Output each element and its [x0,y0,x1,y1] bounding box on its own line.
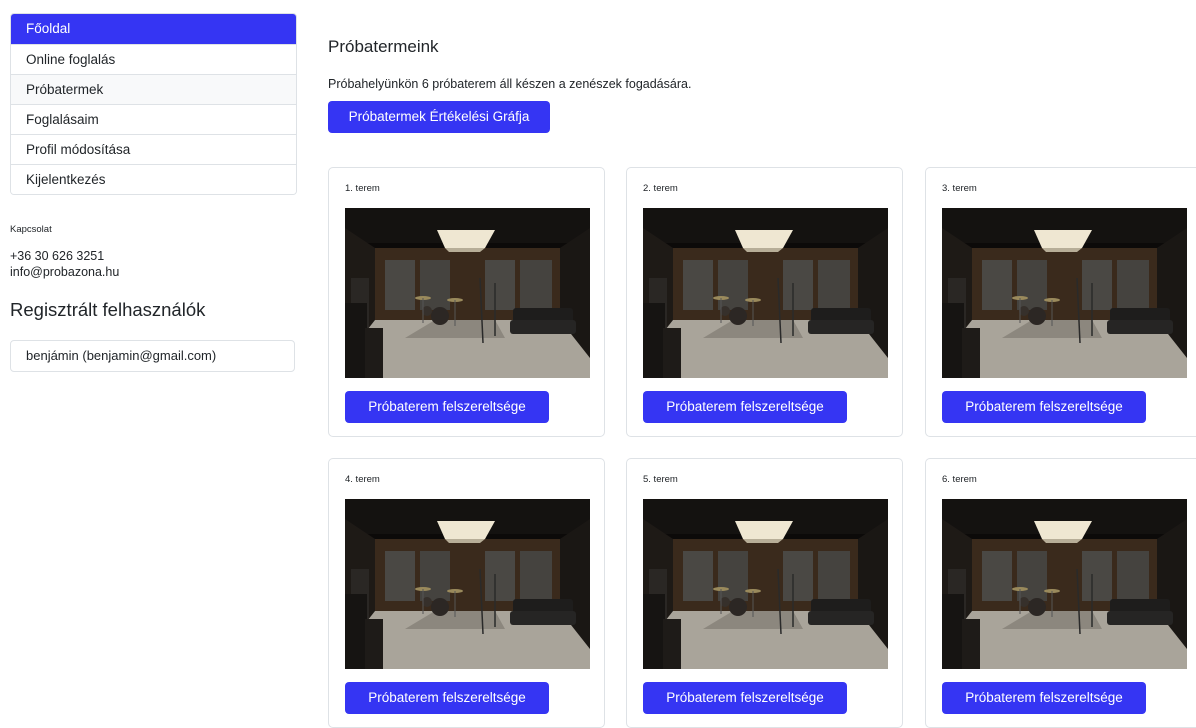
room-card: 2. terem Próbaterem felszereltsége [626,167,903,437]
room-image [643,208,888,378]
room-image [942,208,1187,378]
contact-phone: +36 30 626 3251 [10,249,105,263]
page-description: Próbahelyünkön 6 próbaterem áll készen a… [328,77,692,91]
user-list-item: benjámin (benjamin@gmail.com) [10,340,295,372]
room-card: 4. terem Próbaterem felszereltsége [328,458,605,728]
contact-email: info@probazona.hu [10,265,120,279]
sidebar-item-online-booking[interactable]: Online foglalás [11,44,296,74]
room-card: 5. terem Próbaterem felszereltsége [626,458,903,728]
room-image [643,499,888,669]
room-card: 1. terem Próbaterem felszereltsége [328,167,605,437]
rating-graph-button[interactable]: Próbatermek Értékelési Gráfja [328,101,550,133]
room-card-title: 3. terem [942,183,977,194]
sidebar-item-rehearsal-rooms[interactable]: Próbatermek [11,74,296,104]
room-equipment-button[interactable]: Próbaterem felszereltsége [643,682,847,714]
room-equipment-button[interactable]: Próbaterem felszereltsége [345,682,549,714]
room-equipment-button[interactable]: Próbaterem felszereltsége [942,682,1146,714]
room-card-title: 5. terem [643,474,678,485]
room-card-title: 2. terem [643,183,678,194]
sidebar-item-home[interactable]: Főoldal [11,14,296,44]
page-title: Próbatermeink [328,37,439,56]
room-image [942,499,1187,669]
room-equipment-button[interactable]: Próbaterem felszereltsége [345,391,549,423]
room-equipment-button[interactable]: Próbaterem felszereltsége [643,391,847,423]
registered-users-title: Regisztrált felhasználók [10,299,206,320]
room-image [345,499,590,669]
room-equipment-button[interactable]: Próbaterem felszereltsége [942,391,1146,423]
room-card-title: 6. terem [942,474,977,485]
contact-label: Kapcsolat [10,224,52,235]
sidebar-item-my-bookings[interactable]: Foglalásaim [11,104,296,134]
sidebar-nav: Főoldal Online foglalás Próbatermek Fogl… [10,13,297,195]
room-card-title: 4. terem [345,474,380,485]
sidebar-item-edit-profile[interactable]: Profil módosítása [11,134,296,164]
sidebar-item-logout[interactable]: Kijelentkezés [11,164,296,194]
room-card: 3. terem Próbaterem felszereltsége [925,167,1196,437]
room-card-title: 1. terem [345,183,380,194]
room-image [345,208,590,378]
room-card: 6. terem Próbaterem felszereltsége [925,458,1196,728]
